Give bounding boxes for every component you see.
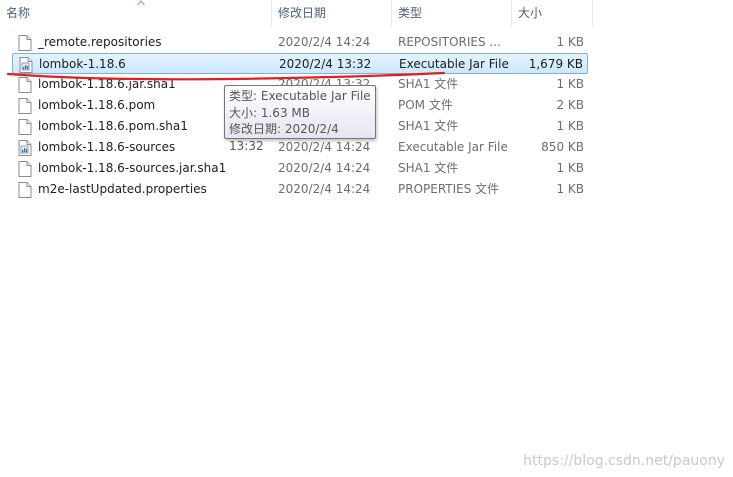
file-date: 2020/2/4 13:32 bbox=[279, 57, 372, 71]
sort-ascending-icon bbox=[137, 0, 145, 6]
column-header-type[interactable]: 类型 bbox=[392, 0, 512, 27]
file-date: 2020/2/4 14:24 bbox=[278, 35, 371, 49]
file-type: SHA1 文件 bbox=[398, 119, 459, 133]
file-tooltip: 类型: Executable Jar File 大小: 1.63 MB 修改日期… bbox=[224, 85, 376, 153]
file-name: m2e-lastUpdated.properties bbox=[38, 182, 207, 196]
file-size: 1 KB bbox=[556, 182, 584, 196]
tooltip-size: 大小: 1.63 MB bbox=[229, 105, 310, 120]
file-icon bbox=[18, 161, 32, 177]
file-name: lombok-1.18.6.pom bbox=[38, 98, 156, 112]
file-row[interactable]: lombok-1.18.6 2020/2/4 13:32 Executable Ja… bbox=[12, 53, 588, 74]
tooltip-date: 修改日期: 2020/2/4 13:32 bbox=[229, 122, 339, 153]
file-row[interactable]: _remote.repositories 2020/2/4 14:24 REPOSI… bbox=[12, 32, 588, 53]
file-type: SHA1 文件 bbox=[398, 77, 459, 91]
jar-file-icon bbox=[18, 140, 32, 156]
file-name: lombok-1.18.6.pom.sha1 bbox=[38, 119, 188, 133]
file-type: POM 文件 bbox=[398, 98, 453, 112]
file-type: PROPERTIES 文件 bbox=[398, 182, 500, 196]
file-row[interactable]: m2e-lastUpdated.properties 2020/2/4 14:24… bbox=[12, 179, 588, 200]
file-icon bbox=[18, 77, 32, 93]
column-header-size[interactable]: 大小 bbox=[512, 0, 593, 27]
jar-file-icon bbox=[19, 57, 33, 73]
file-type: Executable Jar File bbox=[398, 140, 508, 154]
file-icon bbox=[18, 98, 32, 114]
file-icon bbox=[18, 119, 32, 135]
file-size: 1,679 KB bbox=[528, 57, 583, 71]
file-icon bbox=[18, 35, 32, 51]
file-date: 2020/2/4 14:24 bbox=[278, 161, 371, 175]
file-date: 2020/2/4 14:24 bbox=[278, 182, 371, 196]
file-name: lombok-1.18.6-sources.jar.sha1 bbox=[38, 161, 227, 175]
file-name: lombok-1.18.6 bbox=[39, 57, 126, 71]
column-header: 名称 修改日期 类型 大小 bbox=[0, 0, 593, 27]
watermark: https://blog.csdn.net/pauony bbox=[523, 453, 725, 469]
column-header-date-label: 修改日期 bbox=[278, 6, 327, 20]
column-header-date[interactable]: 修改日期 bbox=[272, 0, 392, 27]
column-header-name-label: 名称 bbox=[6, 6, 31, 20]
file-size: 1 KB bbox=[556, 161, 584, 175]
tooltip-type: 类型: Executable Jar File bbox=[229, 89, 371, 103]
file-size: 1 KB bbox=[556, 119, 584, 133]
file-size: 850 KB bbox=[541, 140, 584, 154]
file-size: 1 KB bbox=[556, 35, 584, 49]
column-header-name[interactable]: 名称 bbox=[0, 0, 272, 27]
file-icon bbox=[18, 182, 32, 198]
file-type: SHA1 文件 bbox=[398, 161, 459, 175]
file-type: REPOSITORIES ... bbox=[398, 35, 501, 49]
file-row[interactable]: lombok-1.18.6-sources.jar.sha1 2020/2/4 1… bbox=[12, 158, 588, 179]
file-size: 2 KB bbox=[556, 98, 584, 112]
file-name: lombok-1.18.6-sources bbox=[38, 140, 176, 154]
file-size: 1 KB bbox=[556, 77, 584, 91]
column-header-type-label: 类型 bbox=[398, 6, 423, 20]
file-name: _remote.repositories bbox=[38, 35, 162, 49]
file-type: Executable Jar File bbox=[399, 57, 509, 71]
file-name: lombok-1.18.6.jar.sha1 bbox=[38, 77, 176, 91]
column-header-size-label: 大小 bbox=[518, 6, 543, 20]
